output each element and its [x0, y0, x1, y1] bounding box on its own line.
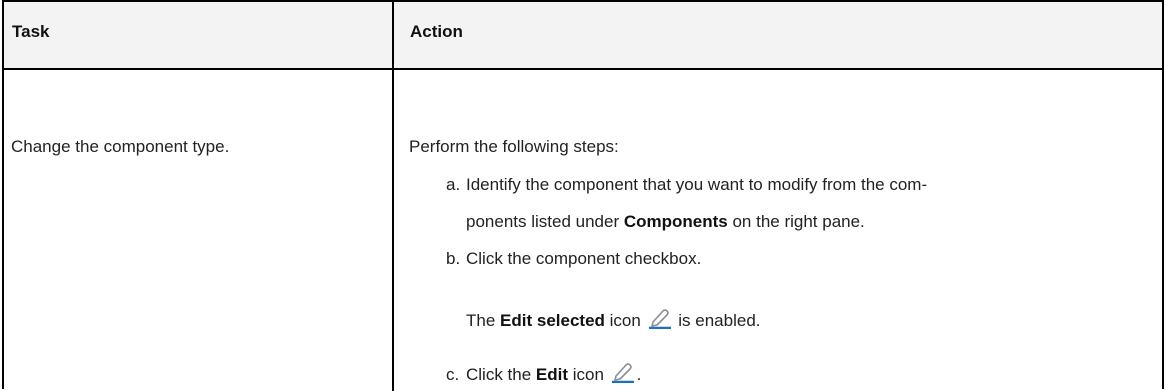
components-pane-label: Components [623, 212, 728, 231]
step-a-continuation: ponents listed under Components on the r… [466, 210, 865, 234]
table-header: Task Action [4, 2, 1162, 70]
step-c-suffix: . [636, 365, 642, 384]
step-b: b. Click the component checkbox. [446, 247, 701, 271]
step-a-line2-prefix: ponents listed under [466, 212, 624, 231]
step-b-note: The Edit selected icon is enabled. [466, 307, 761, 336]
task-action-table: Task Action Change the component type. P… [2, 0, 1164, 391]
header-action: Action [410, 22, 463, 41]
step-a-line1: Identify the component that you want to … [466, 175, 928, 194]
step-b-text: Click the component checkbox. [466, 249, 702, 268]
pencil-edit-icon [648, 307, 672, 336]
step-c-marker: c. [446, 365, 460, 384]
step-a: a. Identify the component that you want t… [446, 173, 927, 197]
edit-label: Edit [535, 365, 569, 384]
note-suffix: is enabled. [673, 311, 761, 330]
header-task: Task [12, 22, 50, 41]
step-a-marker: a. [446, 175, 461, 194]
step-c-prefix: Click the [466, 365, 536, 384]
note-mid: icon [604, 311, 646, 330]
pencil-edit-icon [611, 361, 635, 390]
column-divider [392, 2, 394, 391]
action-intro: Perform the following steps: [409, 137, 619, 156]
edit-selected-label: Edit selected [500, 311, 605, 330]
step-c: c. Click the Edit icon . [446, 361, 641, 390]
step-c-mid: icon [568, 365, 609, 384]
step-a-line2-suffix: on the right pane. [727, 212, 865, 231]
step-b-marker: b. [446, 249, 461, 268]
note-prefix: The [466, 311, 501, 330]
task-cell: Change the component type. [11, 137, 230, 156]
